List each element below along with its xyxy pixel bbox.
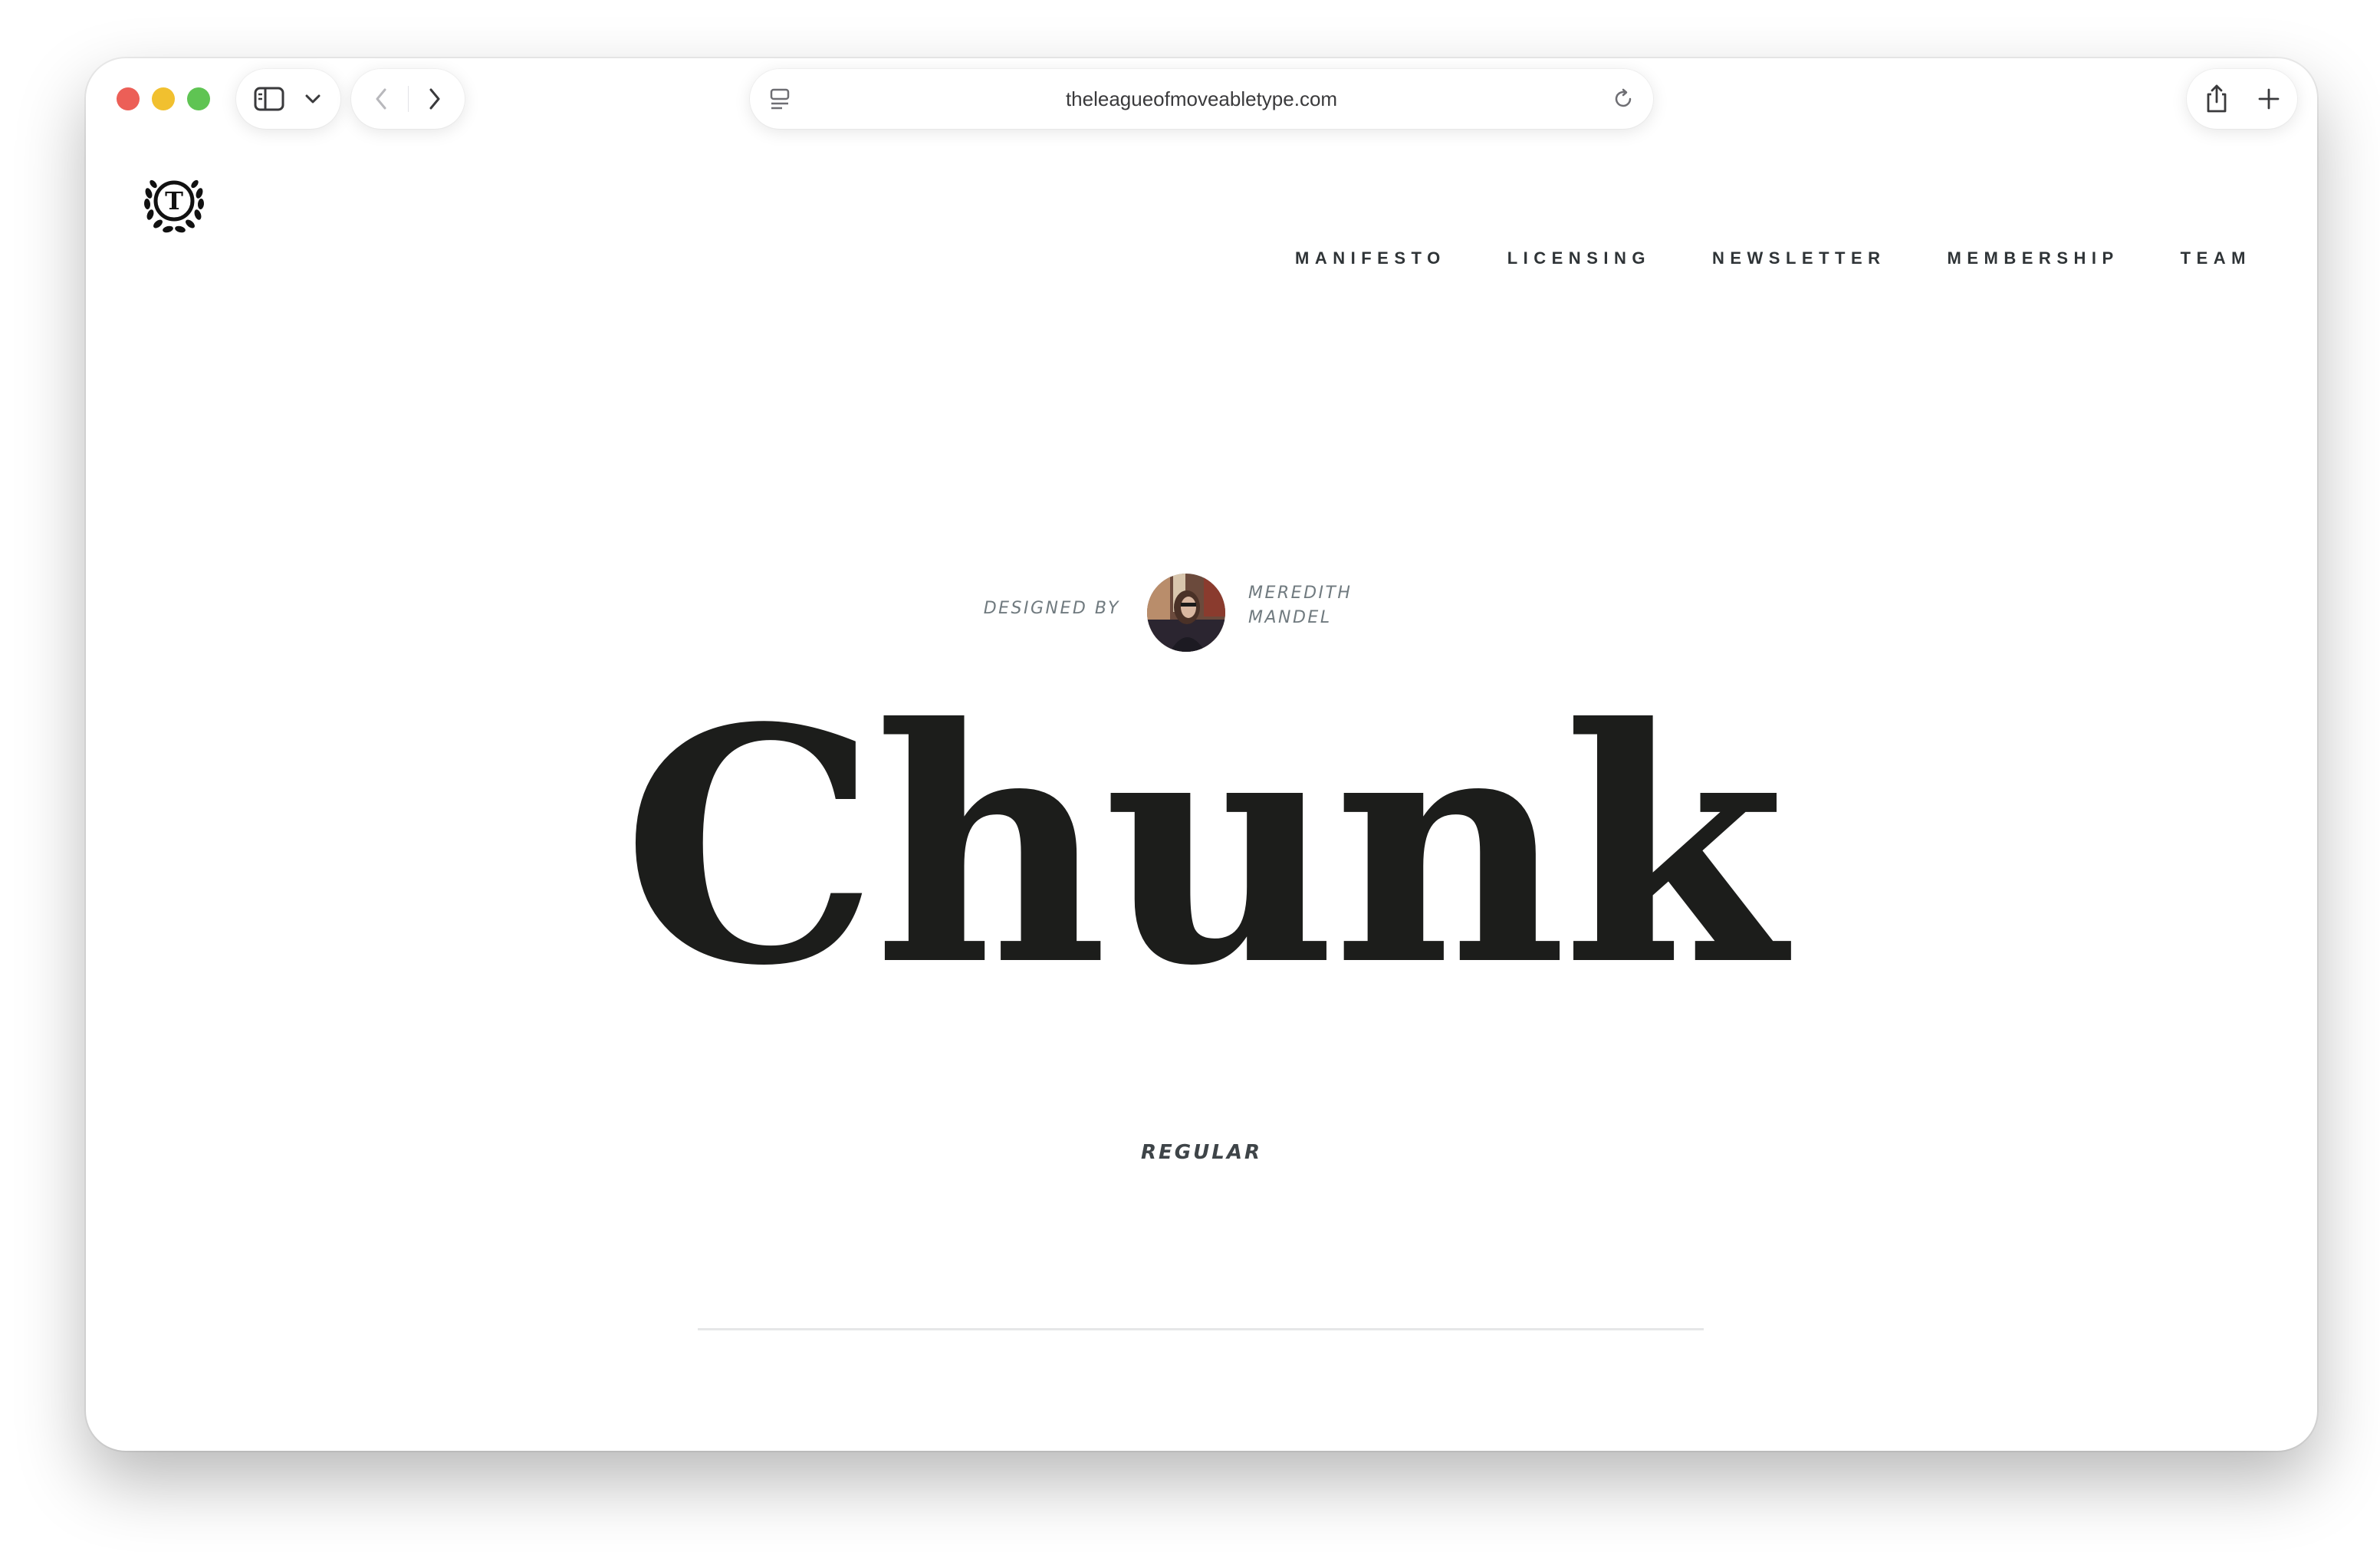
nav-item-newsletter[interactable]: NEWSLETTER [1712,248,1886,268]
history-nav-group [351,69,465,129]
plus-icon[interactable] [2248,69,2290,129]
url-text[interactable]: theleagueofmoveabletype.com [750,69,1653,129]
forward-arrow-icon[interactable] [416,69,454,129]
nav-item-licensing[interactable]: LICENSING [1507,248,1651,268]
designed-by-label: Designed by [983,599,1120,618]
chevron-down-icon[interactable] [298,69,328,129]
nav-divider [408,86,409,112]
section-divider [698,1328,1704,1330]
back-arrow-icon[interactable] [362,69,400,129]
nav-item-membership[interactable]: MEMBERSHIP [1948,248,2119,268]
zoom-window-button[interactable] [187,87,210,110]
browser-toolbar: theleagueofmoveabletype.com [86,58,2317,143]
address-bar[interactable]: theleagueofmoveabletype.com [750,69,1653,129]
nav-item-manifesto[interactable]: MANIFESTO [1295,248,1446,268]
minimize-window-button[interactable] [152,87,175,110]
league-laurel-logo[interactable]: T [141,170,207,236]
designer-first-name: Meredith [1248,584,1353,603]
designer-byline: Designed by Meredith Mandel [86,574,2317,658]
designer-last-name: Mandel [1248,608,1332,627]
reload-icon[interactable] [1604,69,1642,129]
browser-window: theleagueofmoveabletype.com T MANIFESTO … [86,58,2317,1451]
designer-avatar[interactable] [1147,574,1225,652]
close-window-button[interactable] [117,87,140,110]
font-weight-label[interactable]: REGULAR [86,1141,2317,1164]
share-icon[interactable] [2196,69,2237,129]
site-nav: MANIFESTO LICENSING NEWSLETTER MEMBERSHI… [1234,248,2251,268]
nav-item-team[interactable]: TEAM [2181,248,2251,268]
sidebar-icon[interactable] [250,69,288,129]
font-name-heading: Chunk [622,659,1785,1037]
sidebar-toggle-group [236,69,340,129]
svg-text:T: T [165,186,183,215]
designer-name[interactable]: Meredith Mandel [1248,581,1386,630]
toolbar-actions-group [2187,69,2297,129]
